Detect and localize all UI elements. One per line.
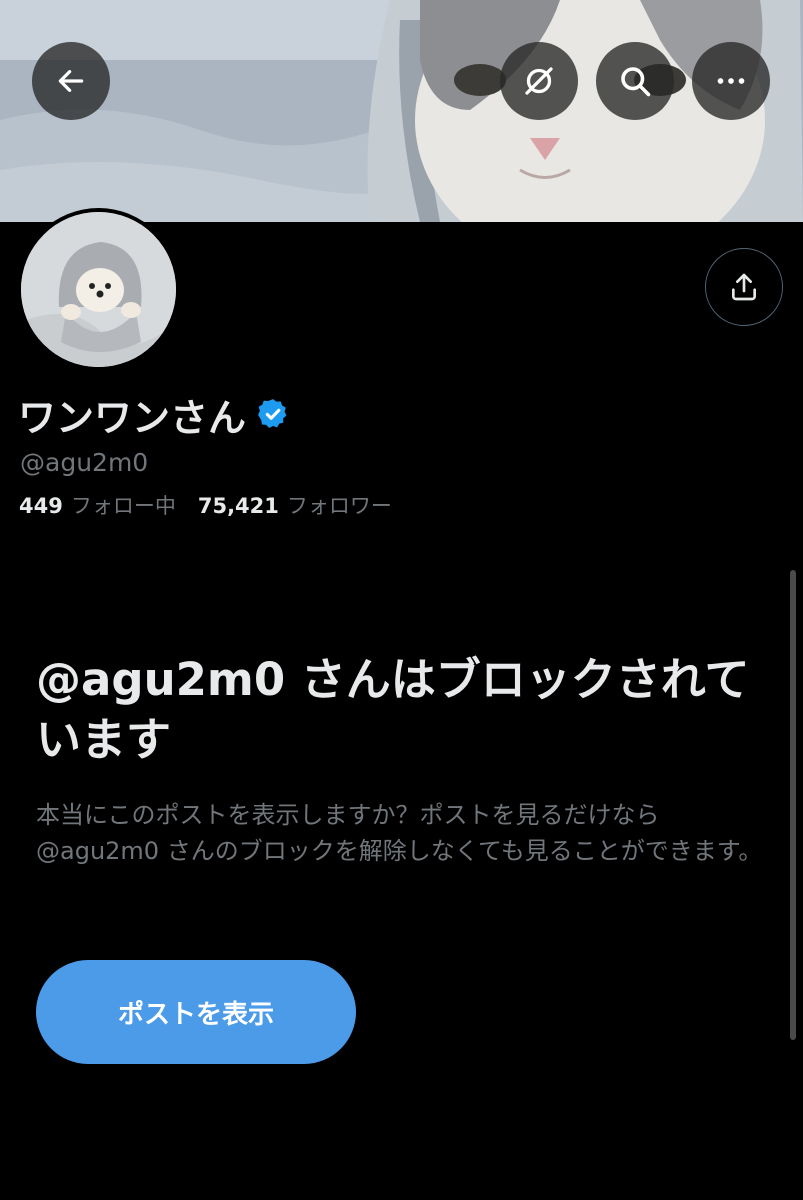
handle: @agu2m0 (20, 448, 149, 477)
arrow-left-icon (58, 70, 84, 92)
display-name-row: ワンワンさん (18, 392, 290, 440)
view-post-label: ポストを表示 (117, 999, 274, 1030)
view-post-button[interactable]: ポストを表示 (36, 960, 356, 1064)
followers-link[interactable]: 75,421 フォロワー (198, 490, 392, 520)
followers-count: 75,421 (197, 494, 279, 518)
back-button[interactable] (32, 42, 110, 120)
verified-badge-icon[interactable] (256, 397, 290, 431)
more-horizontal-icon (717, 78, 745, 84)
followers-label: フォロワー (286, 494, 392, 518)
banner-cat-image (0, 0, 803, 222)
following-label: フォロー中 (70, 494, 176, 518)
avatar-dog-image (21, 212, 176, 367)
grok-icon (525, 67, 553, 95)
follow-stats: 449 フォロー中 75,421 フォロワー (19, 490, 392, 520)
search-button[interactable] (596, 42, 674, 120)
grok-button[interactable] (500, 42, 578, 120)
following-count: 449 (19, 494, 63, 518)
blocked-description: 本当にこのポストを表示しますか？ポストを見るだけなら @agu2m0 さんのブロ… (36, 801, 763, 865)
blocked-title: @agu2m0 さんはブロックされています (36, 653, 750, 766)
scrollbar[interactable] (790, 570, 796, 1040)
avatar[interactable] (17, 208, 180, 371)
share-icon (732, 273, 756, 301)
following-link[interactable]: 449 フォロー中 (19, 490, 176, 520)
profile-banner[interactable] (0, 0, 803, 222)
more-button[interactable] (692, 42, 770, 120)
share-button[interactable] (705, 248, 783, 326)
display-name: ワンワンさん (18, 395, 247, 440)
search-icon (621, 67, 651, 97)
